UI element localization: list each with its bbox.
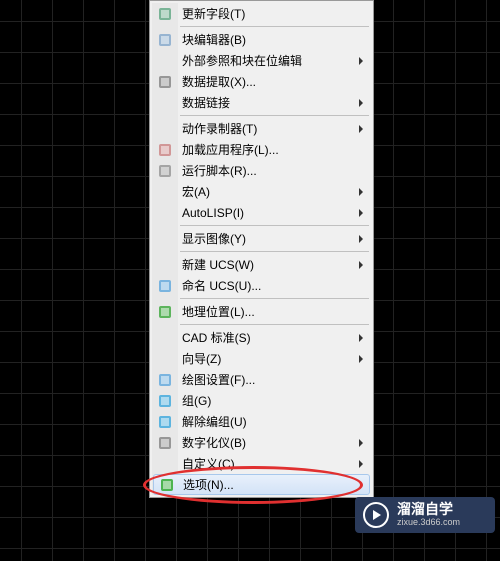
menu-item-10[interactable]: 宏(A) (152, 181, 371, 202)
update-field-icon (157, 6, 173, 22)
menu-item-15[interactable]: 新建 UCS(W) (152, 254, 371, 275)
submenu-arrow-icon (359, 439, 363, 447)
menu-item-label: 显示图像(Y) (182, 230, 246, 247)
menu-item-label: 向导(Z) (182, 350, 221, 367)
menu-item-label: 命名 UCS(U)... (182, 277, 261, 294)
menu-item-label: 自定义(C) (182, 455, 235, 472)
menu-item-0[interactable]: 更新字段(T) (152, 3, 371, 24)
block-editor-icon (157, 32, 173, 48)
menu-item-label: 组(G) (182, 392, 211, 409)
menu-item-9[interactable]: 运行脚本(R)... (152, 160, 371, 181)
menu-item-label: 地理位置(L)... (182, 303, 255, 320)
menu-item-label: 解除编组(U) (182, 413, 247, 430)
options-icon (159, 477, 175, 493)
menu-item-3[interactable]: 外部参照和块在位编辑 (152, 50, 371, 71)
menu-item-27[interactable]: 选项(N)... (153, 474, 370, 495)
menu-item-label: 运行脚本(R)... (182, 162, 257, 179)
menu-item-label: 绘图设置(F)... (182, 371, 255, 388)
tools-context-menu: 更新字段(T) 块编辑器(B) 外部参照和块在位编辑数据提取(X)... 数据链接动作… (149, 0, 374, 498)
menu-item-label: 新建 UCS(W) (182, 256, 254, 273)
menu-item-label: 选项(N)... (183, 476, 234, 493)
menu-item-label: 动作录制器(T) (182, 120, 257, 137)
menu-separator (180, 115, 369, 116)
submenu-arrow-icon (359, 57, 363, 65)
ucs-icon (157, 278, 173, 294)
submenu-arrow-icon (359, 125, 363, 133)
menu-item-4[interactable]: 数据提取(X)... (152, 71, 371, 92)
menu-item-8[interactable]: 加载应用程序(L)... (152, 139, 371, 160)
menu-item-22[interactable]: 绘图设置(F)... (152, 369, 371, 390)
menu-item-7[interactable]: 动作录制器(T) (152, 118, 371, 139)
data-extract-icon (157, 74, 173, 90)
submenu-arrow-icon (359, 188, 363, 196)
menu-item-13[interactable]: 显示图像(Y) (152, 228, 371, 249)
menu-item-label: 外部参照和块在位编辑 (182, 52, 302, 69)
ungroup-icon (157, 414, 173, 430)
menu-item-26[interactable]: 自定义(C) (152, 453, 371, 474)
menu-separator (180, 324, 369, 325)
watermark-badge: 溜溜自学 zixue.3d66.com (355, 497, 495, 533)
menu-item-5[interactable]: 数据链接 (152, 92, 371, 113)
menu-item-16[interactable]: 命名 UCS(U)... (152, 275, 371, 296)
menu-item-label: 数据链接 (182, 94, 230, 111)
submenu-arrow-icon (359, 355, 363, 363)
menu-item-25[interactable]: 数字化仪(B) (152, 432, 371, 453)
submenu-arrow-icon (359, 235, 363, 243)
draft-settings-icon (157, 372, 173, 388)
menu-item-label: CAD 标准(S) (182, 329, 251, 346)
menu-separator (180, 26, 369, 27)
menu-item-2[interactable]: 块编辑器(B) (152, 29, 371, 50)
menu-item-21[interactable]: 向导(Z) (152, 348, 371, 369)
menu-item-23[interactable]: 组(G) (152, 390, 371, 411)
menu-item-24[interactable]: 解除编组(U) (152, 411, 371, 432)
submenu-arrow-icon (359, 460, 363, 468)
geo-icon (157, 304, 173, 320)
menu-separator (180, 251, 369, 252)
menu-item-11[interactable]: AutoLISP(I) (152, 202, 371, 223)
menu-item-18[interactable]: 地理位置(L)... (152, 301, 371, 322)
watermark-title: 溜溜自学 (397, 502, 460, 517)
run-script-icon (157, 163, 173, 179)
submenu-arrow-icon (359, 99, 363, 107)
menu-item-label: 块编辑器(B) (182, 31, 246, 48)
menu-item-20[interactable]: CAD 标准(S) (152, 327, 371, 348)
play-icon (363, 502, 389, 528)
menu-separator (180, 225, 369, 226)
menu-separator (180, 298, 369, 299)
submenu-arrow-icon (359, 261, 363, 269)
group-icon (157, 393, 173, 409)
submenu-arrow-icon (359, 209, 363, 217)
menu-item-label: AutoLISP(I) (182, 206, 244, 220)
menu-item-label: 更新字段(T) (182, 5, 245, 22)
load-app-icon (157, 142, 173, 158)
menu-item-label: 数据提取(X)... (182, 73, 256, 90)
watermark-url: zixue.3d66.com (397, 518, 460, 528)
tablet-icon (157, 435, 173, 451)
menu-item-label: 加载应用程序(L)... (182, 141, 279, 158)
submenu-arrow-icon (359, 334, 363, 342)
menu-item-label: 宏(A) (182, 183, 210, 200)
menu-item-label: 数字化仪(B) (182, 434, 246, 451)
